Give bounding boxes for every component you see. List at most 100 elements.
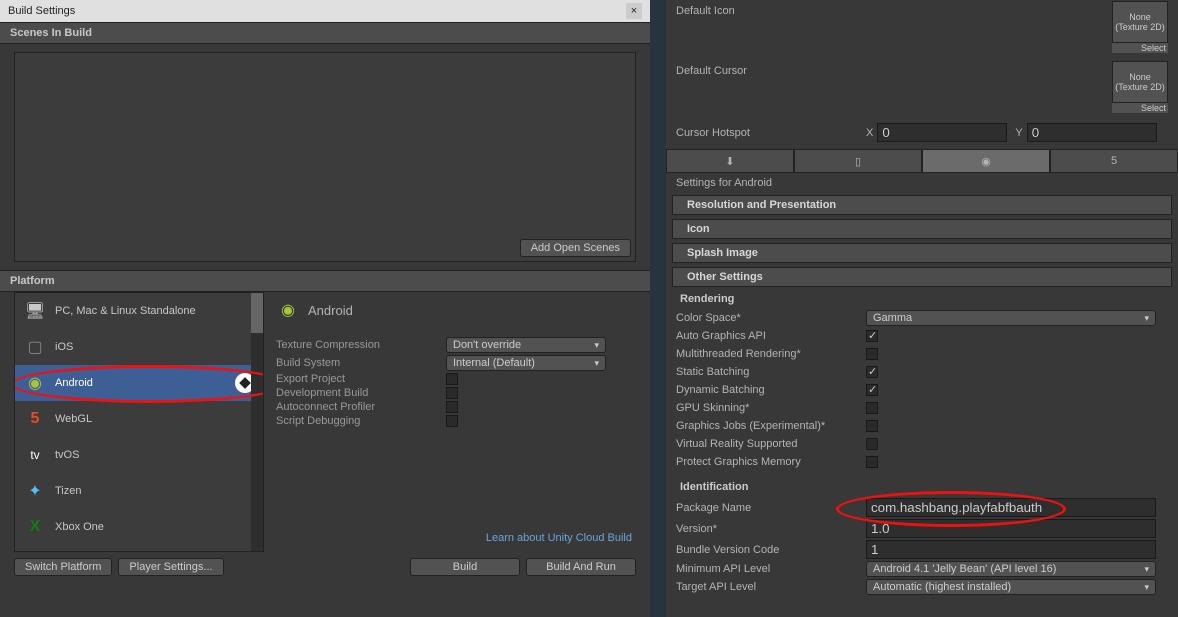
color-space-dropdown[interactable]: Gamma [866,310,1156,326]
scenes-header: Scenes In Build [0,22,650,44]
build-system-label: Build System [276,357,446,369]
default-cursor-thumb[interactable]: None (Texture 2D) [1112,61,1168,103]
select-icon-button[interactable]: Select [1112,43,1168,53]
texture-compression-dropdown[interactable]: Don't override [446,337,606,353]
script-debugging-label: Script Debugging [276,415,446,427]
x-label: X [866,127,873,139]
tab-ios[interactable]: ▯ [794,149,922,173]
platform-item-webgl[interactable]: 5 WebGL [15,401,263,437]
multithreaded-rendering-checkbox[interactable] [866,348,878,360]
add-open-scenes-button[interactable]: Add Open Scenes [520,239,631,257]
platform-item-tizen[interactable]: ✦ Tizen [15,473,263,509]
static-batching-label: Static Batching [676,366,866,378]
download-icon: ⬇ [725,155,734,168]
platform-item-android[interactable]: ◉ Android [15,365,263,401]
inspector-panel: Default Icon None (Texture 2D) Select De… [666,0,1178,617]
android-icon: ◉ [23,371,47,395]
script-debugging-checkbox [446,415,458,427]
platform-label: Tizen [55,485,82,497]
target-api-dropdown[interactable]: Automatic (highest installed) [866,579,1156,595]
platform-list[interactable]: 🖥 PC, Mac & Linux Standalone ▢ iOS ◉ And… [14,292,264,552]
html5-icon: 5 [1111,155,1117,167]
window-title: Build Settings [8,5,75,17]
platform-header: Platform [0,270,650,292]
build-system-dropdown[interactable]: Internal (Default) [446,355,606,371]
build-and-run-button[interactable]: Build And Run [526,558,636,576]
tab-webgl[interactable]: 5 [1050,149,1178,173]
multithreaded-rendering-label: Multithreaded Rendering* [676,348,866,360]
export-project-label: Export Project [276,373,446,385]
export-project-checkbox[interactable] [446,373,458,385]
scrollbar[interactable] [251,293,263,551]
gpu-skinning-checkbox[interactable] [866,402,878,414]
build-settings-window: Build Settings × Scenes In Build Add Ope… [0,0,650,617]
select-cursor-button[interactable]: Select [1112,103,1168,113]
auto-graphics-checkbox[interactable] [866,330,878,342]
default-icon-label: Default Icon [676,1,866,17]
bottom-bar: Switch Platform Player Settings... Build… [0,552,650,582]
package-name-label: Package Name [676,502,866,514]
settings-for-label: Settings for Android [666,173,1178,193]
cursor-hotspot-x-input[interactable] [877,123,1007,142]
icon-header[interactable]: Icon [672,219,1172,239]
version-input[interactable] [866,519,1156,538]
default-cursor-label: Default Cursor [676,61,866,77]
graphics-jobs-label: Graphics Jobs (Experimental)* [676,420,866,432]
bundle-version-input[interactable] [866,540,1156,559]
other-settings-header[interactable]: Other Settings [672,267,1172,287]
switch-platform-button[interactable]: Switch Platform [14,558,112,576]
cursor-hotspot-label: Cursor Hotspot [676,127,866,139]
close-icon[interactable]: × [626,3,642,19]
dynamic-batching-checkbox[interactable] [866,384,878,396]
monitor-icon: 🖥 [23,299,47,323]
resolution-presentation-header[interactable]: Resolution and Presentation [672,195,1172,215]
rendering-subheader: Rendering [666,289,1178,309]
autoconnect-profiler-checkbox [446,401,458,413]
protect-graphics-checkbox[interactable] [866,456,878,468]
splash-image-header[interactable]: Splash Image [672,243,1172,263]
graphics-jobs-checkbox[interactable] [866,420,878,432]
vr-supported-label: Virtual Reality Supported [676,438,866,450]
vr-supported-checkbox[interactable] [866,438,878,450]
appletv-icon: tv [23,443,47,467]
target-api-label: Target API Level [676,581,866,593]
color-space-label: Color Space* [676,312,866,324]
android-icon: ◉ [276,298,300,322]
android-icon: ◉ [981,155,991,168]
tizen-icon: ✦ [23,479,47,503]
min-api-label: Minimum API Level [676,563,866,575]
dev-build-checkbox[interactable] [446,387,458,399]
tab-standalone[interactable]: ⬇ [666,149,794,173]
default-icon-thumb[interactable]: None (Texture 2D) [1112,1,1168,43]
cursor-hotspot-y-input[interactable] [1027,123,1157,142]
static-batching-checkbox[interactable] [866,366,878,378]
min-api-dropdown[interactable]: Android 4.1 'Jelly Bean' (API level 16) [866,561,1156,577]
platform-item-standalone[interactable]: 🖥 PC, Mac & Linux Standalone [15,293,263,329]
auto-graphics-label: Auto Graphics API [676,330,866,342]
tab-android[interactable]: ◉ [922,149,1050,173]
platform-tabs: ⬇ ▯ ◉ 5 [666,149,1178,173]
y-label: Y [1015,127,1022,139]
package-name-input[interactable] [866,498,1156,517]
platform-item-xbox[interactable]: X Xbox One [15,509,263,545]
platform-label: Android [55,377,93,389]
bundle-version-label: Bundle Version Code [676,544,866,556]
gpu-skinning-label: GPU Skinning* [676,402,866,414]
scenes-list[interactable]: Add Open Scenes [14,52,636,262]
autoconnect-profiler-label: Autoconnect Profiler [276,401,446,413]
build-button[interactable]: Build [410,558,520,576]
xbox-icon: X [23,515,47,539]
platform-item-ios[interactable]: ▢ iOS [15,329,263,365]
platform-label: iOS [55,341,73,353]
platform-details: ◉ Android Texture Compression Don't over… [272,292,636,552]
player-settings-button[interactable]: Player Settings... [118,558,223,576]
dev-build-label: Development Build [276,387,446,399]
platform-item-tvos[interactable]: tv tvOS [15,437,263,473]
phone-icon: ▢ [23,335,47,359]
platform-label: WebGL [55,413,92,425]
platform-detail-heading: Android [308,303,353,318]
platform-label: Xbox One [55,521,104,533]
identification-subheader: Identification [666,477,1178,497]
version-label: Version* [676,523,866,535]
cloud-build-link[interactable]: Learn about Unity Cloud Build [272,528,636,548]
